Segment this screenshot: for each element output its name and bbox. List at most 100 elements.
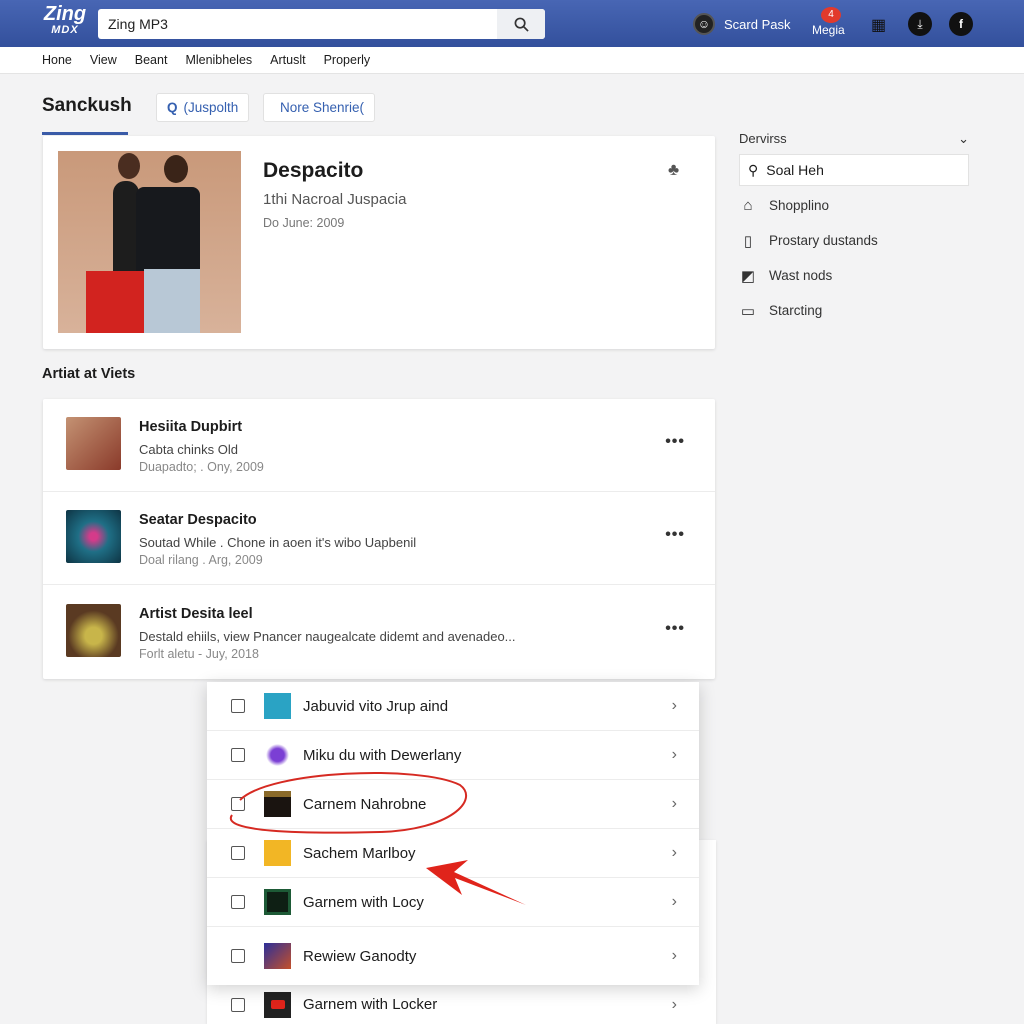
active-tab-indicator <box>42 132 128 135</box>
thumbnail <box>264 889 291 915</box>
thumbnail <box>264 693 291 719</box>
grid-icon[interactable]: ▦ <box>871 15 886 35</box>
popup-item[interactable]: Rewiew Ganodty › <box>207 927 699 985</box>
item-title: Seatar Despacito <box>139 512 257 528</box>
list-item[interactable]: Hesiita Dupbirt Cabta chinks Old Duapadt… <box>43 399 715 492</box>
account-icon[interactable]: ☺ <box>693 13 715 35</box>
account-link[interactable]: Scard Pask <box>724 17 790 32</box>
search-icon <box>514 17 529 32</box>
section-title: Artiat at Viets <box>42 366 136 382</box>
item-title: Hesiita Dupbirt <box>139 419 243 435</box>
image-icon: ◩ <box>740 267 756 285</box>
thumbnail <box>264 943 291 969</box>
search-input[interactable] <box>98 16 497 32</box>
more-icon[interactable]: ••• <box>665 620 685 638</box>
item-label: Garnem with Locy <box>303 893 424 911</box>
thumbnail <box>264 791 291 817</box>
checkbox[interactable] <box>231 797 245 811</box>
chevron-right-icon: › <box>671 995 677 1013</box>
checkbox[interactable] <box>231 846 245 860</box>
popup-item[interactable]: Garnem with Locy › <box>207 878 699 927</box>
logo[interactable]: Zing MDX <box>40 4 90 42</box>
media-link[interactable]: Megia <box>812 23 845 37</box>
sidebar-header[interactable]: Dervirss ⌄ <box>739 131 969 147</box>
pin-icon[interactable]: ♣ <box>668 160 679 180</box>
song-date: Do June: 2009 <box>263 216 345 230</box>
layout-icon: ▭ <box>740 302 756 320</box>
thumbnail <box>264 742 291 768</box>
item-label: Carnem Nahrobne <box>303 795 427 813</box>
chip-label: Nore Shenrie( <box>280 100 365 115</box>
sidebar-item-wast[interactable]: ◩ Wast nods <box>739 258 969 293</box>
dropdown-popup: Jabuvid vito Jrup aind › Miku du with Dew… <box>207 682 699 985</box>
checkbox[interactable] <box>231 895 245 909</box>
checkbox[interactable] <box>231 949 245 963</box>
thumbnail <box>66 604 121 657</box>
chevron-right-icon: › <box>671 844 677 861</box>
sidebar-search[interactable]: ⚲ Soal Heh <box>739 154 969 186</box>
sidebar-item-starcting[interactable]: ▭ Starcting <box>739 293 969 328</box>
sidebar-item-label: Starcting <box>769 303 823 318</box>
list-item[interactable]: Seatar Despacito Soutad While . Chone in… <box>43 492 715 585</box>
thumbnail <box>66 417 121 470</box>
popup-item[interactable]: Sachem Marlboy › <box>207 829 699 878</box>
nav-view[interactable]: View <box>90 53 117 67</box>
item-subtitle: Soutad While . Chone in aoen it's wibo U… <box>139 535 417 550</box>
item-label: Sachem Marlboy <box>303 844 416 862</box>
album-cover <box>58 151 241 333</box>
right-sidebar: Dervirss ⌄ ⚲ Soal Heh ⌂ Shopplino ▯ Prostary… <box>739 131 969 328</box>
item-label: Miku du with Dewerlany <box>303 746 462 764</box>
sidebar-title: Dervirss <box>739 131 787 146</box>
nav-properly[interactable]: Properly <box>324 53 371 67</box>
nav-artuslt[interactable]: Artuslt <box>270 53 305 67</box>
item-date: Doal rilang . Arg, 2009 <box>139 553 263 567</box>
chevron-right-icon: › <box>671 746 677 763</box>
more-icon[interactable]: ••• <box>665 526 685 544</box>
sidebar-search-value: Soal Heh <box>766 162 824 178</box>
page-title: Sanckush <box>42 95 132 116</box>
search-icon: ⚲ <box>748 161 759 178</box>
thumbnail <box>66 510 121 563</box>
sidebar-item-prostary[interactable]: ▯ Prostary dustands <box>739 223 969 258</box>
more-icon[interactable]: ••• <box>665 433 685 451</box>
popup-item[interactable]: Carnem Nahrobne › <box>207 780 699 829</box>
checkbox[interactable] <box>231 699 245 713</box>
sidebar-item-label: Wast nods <box>769 268 833 283</box>
popup-item[interactable]: Miku du with Dewerlany › <box>207 731 699 780</box>
checkbox[interactable] <box>231 997 245 1012</box>
item-label: Rewiew Ganodty <box>303 947 417 965</box>
sidebar-item-shopping[interactable]: ⌂ Shopplino <box>739 188 969 223</box>
search-icon: Q <box>167 100 178 115</box>
nav-bar: Hone View Beant Mlenibheles Artuslt Prop… <box>0 47 1024 74</box>
chevron-right-icon: › <box>671 893 677 910</box>
item-date: Duapadto; . Ony, 2009 <box>139 460 264 474</box>
sidebar-item-label: Prostary dustands <box>769 233 878 248</box>
item-label: Garnem with Locker <box>303 996 438 1013</box>
checkbox[interactable] <box>231 748 245 762</box>
item-title: Artist Desita leel <box>139 606 253 622</box>
nav-beant[interactable]: Beant <box>135 53 168 67</box>
chevron-down-icon[interactable]: ⌄ <box>958 131 969 147</box>
chip-apple[interactable]: Nore Shenrie( <box>263 93 376 122</box>
list-item[interactable]: Artist Desita leel Destald ehiils, view … <box>43 586 715 679</box>
chip-label: (Juspolth <box>183 100 239 115</box>
search-bar <box>98 9 545 39</box>
item-subtitle: Cabta chinks Old <box>139 442 238 457</box>
phone-icon: ▯ <box>743 232 753 250</box>
sidebar-item-label: Shopplino <box>769 198 830 213</box>
facebook-icon[interactable]: f <box>949 12 973 36</box>
popup-item[interactable]: Jabuvid vito Jrup aind › <box>207 682 699 731</box>
chevron-right-icon: › <box>671 697 677 714</box>
search-button[interactable] <box>497 9 545 39</box>
chevron-right-icon: › <box>671 795 677 812</box>
chevron-right-icon: › <box>671 947 677 964</box>
song-subtitle: 1thi Nacroal Juspacia <box>263 191 407 208</box>
list-item-garnem-locker[interactable]: Garnem with Locker › <box>207 985 699 1024</box>
item-date: Forlt aletu - Juy, 2018 <box>139 647 259 661</box>
chip-search[interactable]: Q (Juspolth <box>156 93 250 122</box>
download-icon[interactable]: ⤓ <box>908 12 932 36</box>
home-icon: ⌂ <box>743 197 753 214</box>
nav-mlenibheles[interactable]: Mlenibheles <box>185 53 252 67</box>
item-subtitle: Destald ehiils, view Pnancer naugealcate… <box>139 629 516 644</box>
nav-home[interactable]: Hone <box>42 53 72 67</box>
